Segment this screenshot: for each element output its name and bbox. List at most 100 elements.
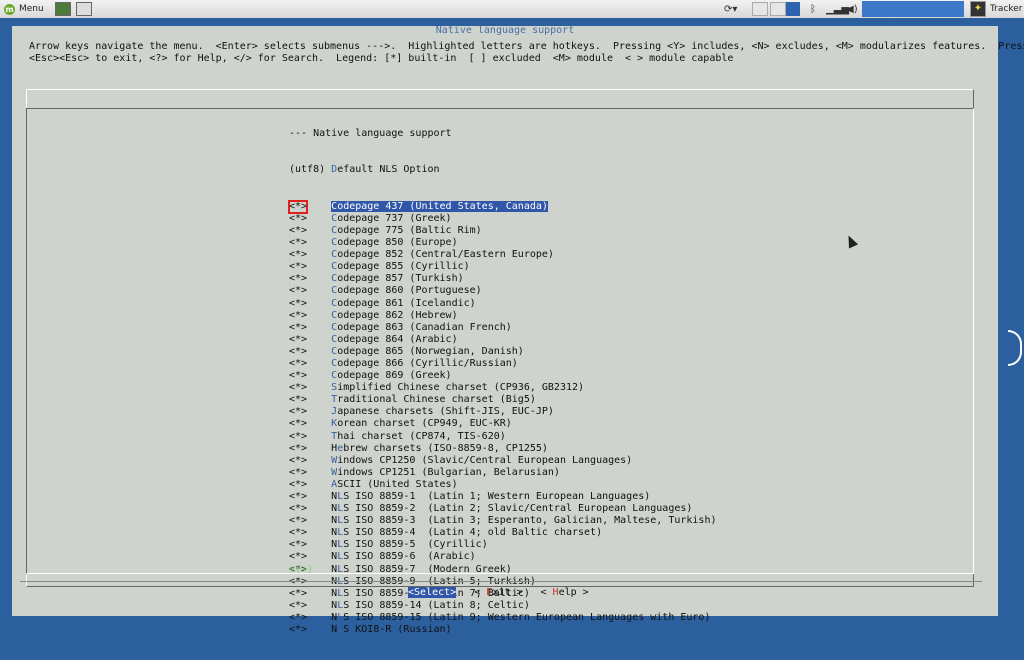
help-button[interactable]: < Help > bbox=[540, 587, 588, 598]
menu-item[interactable]: <*> Thai charset (CP874, TIS-620) bbox=[289, 431, 717, 443]
taskbar-window-button[interactable] bbox=[862, 1, 964, 17]
builtin-mark[interactable]: <*> bbox=[289, 455, 307, 467]
builtin-mark[interactable]: <*> bbox=[289, 213, 307, 225]
volume-tray[interactable]: ◀) bbox=[846, 1, 858, 17]
builtin-mark[interactable]: <*> bbox=[289, 334, 307, 346]
menu-item-label: NLS ISO 8859-14 (Latin 8; Celtic) bbox=[331, 599, 530, 611]
builtin-mark[interactable]: <*> bbox=[289, 624, 307, 636]
builtin-mark[interactable]: <*> bbox=[289, 600, 307, 612]
builtin-mark[interactable]: <*> bbox=[289, 261, 307, 273]
builtin-mark[interactable]: <*> bbox=[289, 310, 307, 322]
update-tray[interactable]: ⟳▾ bbox=[724, 1, 737, 17]
tracker-icon: ✦ bbox=[970, 1, 986, 17]
menu-item[interactable]: <*> Korean charset (CP949, EUC-KR) bbox=[289, 418, 717, 430]
builtin-mark[interactable]: <*> bbox=[289, 503, 307, 515]
menu-item-label: NLS ISO 8859-15 (Latin 9; Western Europe… bbox=[331, 611, 711, 623]
menu-item-label: NLS ISO 8859-3 (Latin 3; Esperanto, Gali… bbox=[331, 515, 717, 527]
menu-item[interactable]: <*> NLS ISO 8859-3 (Latin 3; Esperanto, … bbox=[289, 515, 717, 527]
builtin-mark[interactable]: <*> bbox=[289, 418, 307, 430]
menu-item[interactable]: <*> Japanese charsets (Shift-JIS, EUC-JP… bbox=[289, 406, 717, 418]
menu-item[interactable]: <*> NLS KOI8-R (Russian) bbox=[289, 624, 717, 636]
menu-button[interactable]: m Menu bbox=[4, 1, 44, 17]
builtin-mark[interactable]: <*> bbox=[289, 527, 307, 539]
update-icon: ⟳▾ bbox=[724, 3, 738, 15]
builtin-mark[interactable]: <*> bbox=[289, 443, 307, 455]
bluetooth-tray[interactable]: ᛒ bbox=[810, 1, 816, 17]
builtin-mark[interactable]: <*> bbox=[289, 346, 307, 358]
builtin-mark[interactable]: <*> bbox=[289, 467, 307, 479]
menu-item[interactable]: <*> Windows CP1250 (Slavic/Central Europ… bbox=[289, 455, 717, 467]
builtin-mark[interactable]: <*> bbox=[289, 406, 307, 418]
menu-item[interactable]: <*> Codepage 855 (Cyrillic) bbox=[289, 261, 717, 273]
menu-item[interactable]: <*> NLS ISO 8859-15 (Latin 9; Western Eu… bbox=[289, 612, 717, 624]
builtin-mark[interactable]: <*> bbox=[289, 382, 307, 394]
menu-item-label: Codepage 862 (Hebrew) bbox=[331, 309, 458, 321]
menu-item[interactable]: <*> Codepage 775 (Baltic Rim) bbox=[289, 225, 717, 237]
menu-item[interactable]: <*> NLS ISO 8859-6 (Arabic) bbox=[289, 551, 717, 563]
builtin-mark[interactable]: <*> bbox=[289, 551, 307, 563]
builtin-mark[interactable]: <*> bbox=[289, 237, 307, 249]
menu-item[interactable]: <*> NLS ISO 8859-5 (Cyrillic) bbox=[289, 539, 717, 551]
builtin-mark[interactable]: <*> bbox=[289, 431, 307, 443]
menu-item[interactable]: <*> Codepage 869 (Greek) bbox=[289, 370, 717, 382]
builtin-mark[interactable]: <*> bbox=[289, 370, 307, 382]
menu-item[interactable]: <*> ASCII (United States) bbox=[289, 479, 717, 491]
help-line-1: Arrow keys navigate the menu. <Enter> se… bbox=[29, 41, 1024, 52]
terminal-launcher[interactable] bbox=[55, 1, 71, 17]
menu-item[interactable]: <*> Codepage 437 (United States, Canada) bbox=[287, 199, 717, 214]
help-line-2: <Esc><Esc> to exit, <?> for Help, </> fo… bbox=[29, 53, 734, 64]
menu-item-label: NLS KOI8-R (Russian) bbox=[331, 624, 452, 636]
menu-item[interactable]: <*> NLS ISO 8859-14 (Latin 8; Celtic) bbox=[289, 600, 717, 612]
speaker-icon: ◀) bbox=[846, 3, 858, 15]
menu-item-label: Codepage 437 (United States, Canada) bbox=[331, 200, 548, 212]
default-nls-option[interactable]: (utf8) Default NLS Option bbox=[289, 164, 717, 176]
menu-item[interactable]: <*> NLS ISO 8859-2 (Latin 2; Slavic/Cent… bbox=[289, 503, 717, 515]
builtin-mark[interactable]: <*> bbox=[289, 298, 307, 310]
menu-item[interactable]: <*> Codepage 863 (Canadian French) bbox=[289, 322, 717, 334]
menu-item[interactable]: <*> Codepage 737 (Greek) bbox=[289, 213, 717, 225]
search-launcher[interactable] bbox=[76, 1, 92, 17]
menu-item[interactable]: <*> Traditional Chinese charset (Big5) bbox=[289, 394, 717, 406]
builtin-mark[interactable]: <*> bbox=[289, 612, 307, 624]
menu-item[interactable]: <*> Codepage 866 (Cyrillic/Russian) bbox=[289, 358, 717, 370]
builtin-mark[interactable]: <*> bbox=[289, 479, 307, 491]
builtin-mark[interactable]: <*> bbox=[289, 588, 307, 600]
builtin-mark[interactable]: <*> bbox=[289, 225, 307, 237]
menu-item[interactable]: <*> Codepage 861 (Icelandic) bbox=[289, 298, 717, 310]
menu-item-label: Codepage 861 (Icelandic) bbox=[331, 297, 476, 309]
tray-item-2[interactable] bbox=[770, 1, 786, 17]
menu-item[interactable]: <*> Codepage 864 (Arabic) bbox=[289, 334, 717, 346]
menu-item[interactable]: <*> Hebrew charsets (ISO-8859-8, CP1255) bbox=[289, 443, 717, 455]
list-header: --- Native language support bbox=[289, 128, 452, 140]
builtin-mark[interactable]: <*> bbox=[289, 515, 307, 527]
menu-item[interactable]: <*> Codepage 865 (Norwegian, Danish) bbox=[289, 346, 717, 358]
menu-item[interactable]: <*> NLS ISO 8859-4 (Latin 4; old Baltic … bbox=[289, 527, 717, 539]
builtin-mark[interactable]: <*> bbox=[289, 322, 307, 334]
builtin-mark[interactable]: <*> bbox=[289, 358, 307, 370]
menu-item[interactable]: <*> Codepage 862 (Hebrew) bbox=[289, 310, 717, 322]
menu-item[interactable]: <*> Simplified Chinese charset (CP936, G… bbox=[289, 382, 717, 394]
menu-item[interactable]: <*> Codepage 850 (Europe) bbox=[289, 237, 717, 249]
menu-item[interactable]: <*> Codepage 860 (Portuguese) bbox=[289, 285, 717, 297]
builtin-mark[interactable]: <*> bbox=[289, 285, 307, 297]
builtin-mark[interactable]: <*> bbox=[289, 491, 307, 503]
select-button[interactable]: <Select> bbox=[408, 587, 457, 598]
menu-item-label: Codepage 864 (Arabic) bbox=[331, 333, 458, 345]
menu-item[interactable]: <*> NLS ISO 8859-7 (Modern Greek) bbox=[289, 564, 717, 576]
builtin-mark[interactable]: <*> bbox=[287, 199, 309, 214]
builtin-mark[interactable]: <*> bbox=[289, 249, 307, 261]
menu-list: --- Native language support (utf8) Defau… bbox=[287, 104, 717, 660]
tray-item-1[interactable] bbox=[752, 1, 768, 17]
builtin-mark[interactable]: <*> bbox=[289, 394, 307, 406]
builtin-mark[interactable]: <*> bbox=[289, 539, 307, 551]
tray-item-3[interactable] bbox=[786, 1, 800, 17]
menu-item[interactable]: <*> Codepage 857 (Turkish) bbox=[289, 273, 717, 285]
tracker-tray[interactable]: ✦ Tracker bbox=[970, 1, 1022, 17]
menu-item[interactable]: <*> Windows CP1251 (Bulgarian, Belarusia… bbox=[289, 467, 717, 479]
menu-item[interactable]: <*> NLS ISO 8859-1 (Latin 1; Western Eur… bbox=[289, 491, 717, 503]
exit-button[interactable]: < Exit > bbox=[474, 587, 522, 598]
magnifier-icon bbox=[76, 2, 92, 16]
menu-item[interactable]: <*> Codepage 852 (Central/Eastern Europe… bbox=[289, 249, 717, 261]
side-panel-handle[interactable] bbox=[1008, 330, 1022, 366]
builtin-mark[interactable]: <*> bbox=[289, 273, 307, 285]
